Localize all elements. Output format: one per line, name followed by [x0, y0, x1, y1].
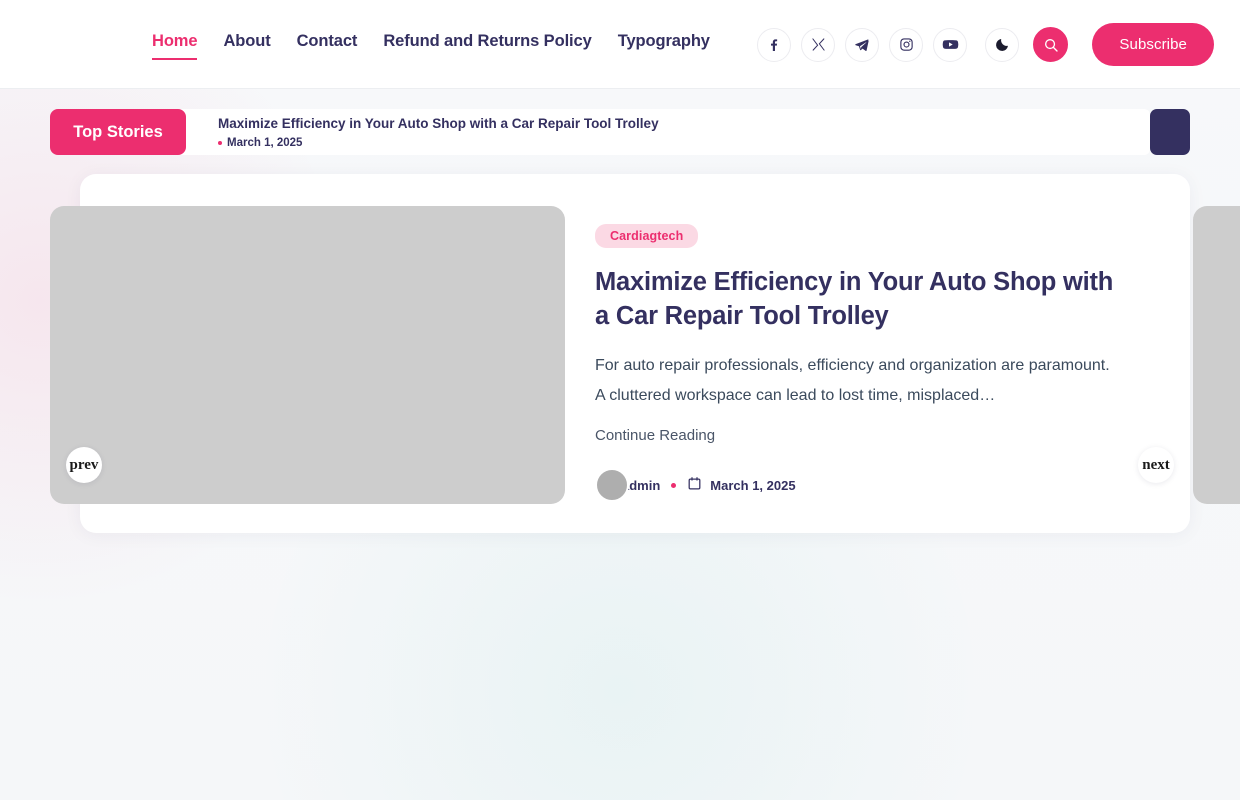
- social-link-telegram[interactable]: [845, 27, 880, 62]
- hero-slide-thumbnail[interactable]: [50, 206, 565, 504]
- instagram-icon: [899, 37, 914, 52]
- social-link-youtube[interactable]: [933, 27, 968, 62]
- page-root: Home About Contact Refund and Returns Po…: [0, 0, 1240, 800]
- hero-slide-excerpt: For auto repair professionals, efficienc…: [595, 356, 1110, 404]
- main-navigation: Home About Contact Refund and Returns Po…: [152, 30, 710, 60]
- continue-reading-link[interactable]: Continue Reading: [595, 427, 715, 444]
- hero-slide-content: Cardiagtech Maximize Efficiency in Your …: [595, 206, 1190, 504]
- header-actions: Subscribe: [757, 23, 1214, 66]
- ticker-end-block: [1150, 109, 1190, 155]
- avatar: [595, 468, 629, 503]
- hero-slide: Cardiagtech Maximize Efficiency in Your …: [50, 206, 1190, 504]
- ticker-item-title[interactable]: Maximize Efficiency in Your Auto Shop wi…: [218, 116, 1150, 133]
- search-button[interactable]: [1033, 27, 1069, 62]
- bullet-dot-icon: [671, 482, 677, 488]
- nav-link-refund-and-returns-policy[interactable]: Refund and Returns Policy: [383, 30, 591, 60]
- dark-mode-toggle[interactable]: [985, 27, 1020, 62]
- next-slide-peek-thumbnail[interactable]: [1193, 206, 1240, 504]
- ticker-item[interactable]: Maximize Efficiency in Your Auto Shop wi…: [218, 109, 1150, 150]
- social-link-x-twitter[interactable]: [801, 27, 836, 62]
- hero-slide-meta: admin March 1, 2025: [595, 468, 1130, 503]
- publish-date: March 1, 2025: [687, 476, 796, 494]
- hero-slide-title[interactable]: Maximize Efficiency in Your Auto Shop wi…: [595, 266, 1120, 334]
- site-header: Home About Contact Refund and Returns Po…: [0, 0, 1240, 89]
- youtube-icon: [942, 36, 959, 53]
- calendar-icon: [687, 476, 702, 494]
- nav-link-home[interactable]: Home: [152, 30, 198, 60]
- carousel-prev-button[interactable]: prev: [66, 447, 102, 483]
- facebook-icon: [766, 37, 782, 53]
- nav-link-typography[interactable]: Typography: [618, 30, 710, 60]
- x-twitter-icon: [811, 37, 826, 52]
- bullet-dot-icon: [218, 141, 222, 146]
- social-link-facebook[interactable]: [757, 27, 792, 62]
- nav-link-about[interactable]: About: [223, 30, 270, 60]
- search-icon: [1043, 37, 1059, 53]
- moon-icon: [994, 37, 1010, 53]
- top-stories-label[interactable]: Top Stories: [50, 109, 186, 155]
- nav-link-contact[interactable]: Contact: [297, 30, 358, 60]
- subscribe-button[interactable]: Subscribe: [1092, 23, 1214, 66]
- ticker-item-date: March 1, 2025: [227, 136, 303, 149]
- top-stories-ticker: Top Stories Maximize Efficiency in Your …: [50, 109, 1190, 155]
- ticker-item-meta: March 1, 2025: [218, 136, 1150, 150]
- ticker-track: Maximize Efficiency in Your Auto Shop wi…: [168, 109, 1150, 155]
- carousel-next-button[interactable]: next: [1138, 447, 1174, 483]
- ticker-item[interactable]: #1 Car Scanner Tool for ECU Programming:…: [218, 150, 1150, 155]
- telegram-icon: [854, 37, 870, 53]
- publish-date-text: March 1, 2025: [710, 477, 796, 493]
- category-badge[interactable]: Cardiagtech: [595, 224, 699, 248]
- social-link-instagram[interactable]: [889, 27, 924, 62]
- hero-carousel: Cardiagtech Maximize Efficiency in Your …: [50, 174, 1190, 533]
